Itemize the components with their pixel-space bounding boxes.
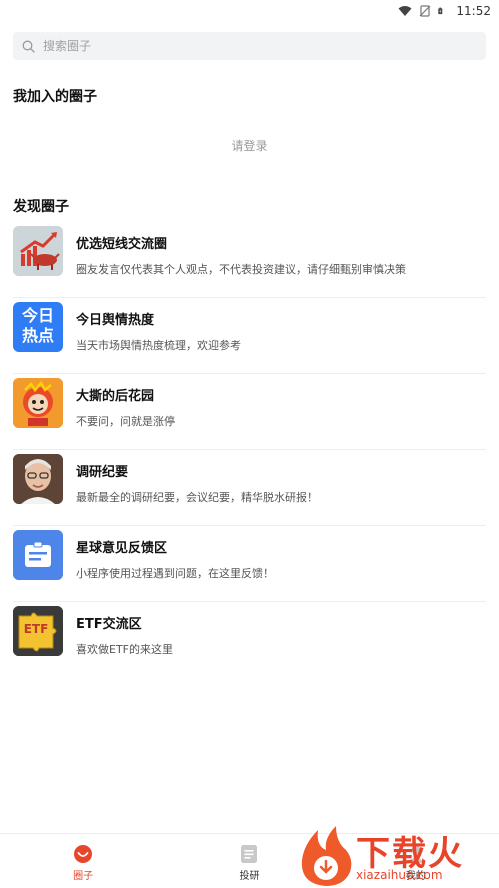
circle-desc: 最新最全的调研纪要，会议纪要，精华脱水研报！ <box>76 491 318 504</box>
circle-name: ETF交流区 <box>76 617 142 632</box>
status-bar: 11:52 <box>0 0 499 22</box>
circle-item-sentiment[interactable]: 今日 热点 今日舆情热度 当天市场舆情热度梳理，欢迎参考 <box>13 298 486 374</box>
circle-item-feedback[interactable]: 星球意见反馈区 小程序使用过程遇到问题，在这里反馈！ <box>13 526 486 602</box>
tab-circles[interactable]: 圈子 <box>0 834 166 888</box>
icon-text-line: 热点 <box>21 326 54 345</box>
search-input[interactable] <box>43 39 463 53</box>
status-time: 11:52 <box>456 4 491 18</box>
portrait-icon <box>13 454 63 504</box>
circle-item-short-term[interactable]: 优选短线交流圈 圈友发言仅代表其个人观点，不代表投资建议，请仔细甄别审慎决策 <box>13 222 486 298</box>
etf-icon-text: ETF <box>23 622 49 636</box>
flame-icon <box>301 826 352 886</box>
watermark-logo: 下载火 xiazaihuo.com <box>296 824 499 888</box>
search-bar[interactable] <box>13 32 486 60</box>
my-circles-title: 我加入的圈子 <box>13 89 97 105</box>
circle-name: 星球意见反馈区 <box>76 541 168 556</box>
circle-name: 今日舆情热度 <box>76 313 155 328</box>
bull-icon <box>13 226 63 276</box>
circle-desc: 圈友发言仅代表其个人观点，不代表投资建议，请仔细甄别审慎决策 <box>76 263 406 276</box>
document-icon <box>241 845 258 863</box>
tab-label: 投研 <box>239 871 260 882</box>
discover-title: 发现圈子 <box>13 199 69 215</box>
battery-icon <box>438 7 443 15</box>
circle-item-research[interactable]: 调研纪要 最新最全的调研纪要，会议纪要，精华脱水研报！ <box>13 450 486 526</box>
login-link[interactable]: 请登录 <box>0 137 499 154</box>
circle-item-etf[interactable]: ETF ETF交流区 喜欢做ETF的来这里 <box>13 602 486 678</box>
circle-name: 优选短线交流圈 <box>76 237 168 252</box>
feedback-icon <box>13 530 63 580</box>
tab-label: 圈子 <box>73 871 94 882</box>
circle-name: 调研纪要 <box>76 465 129 480</box>
circle-desc: 喜欢做ETF的来这里 <box>76 643 173 656</box>
circle-item-garden[interactable]: 大撕的后花园 不要问，问就是涨停 <box>13 374 486 450</box>
icon-text-line: 今日 <box>21 306 54 325</box>
circle-desc: 不要问，问就是涨停 <box>76 415 175 428</box>
etf-puzzle-icon: ETF <box>13 606 63 656</box>
circle-desc: 小程序使用过程遇到问题，在这里反馈！ <box>76 567 274 580</box>
watermark-url: xiazaihuo.com <box>356 868 443 882</box>
app-screen: 11:52 我加入的圈子 请登录 发现圈子 <box>0 0 499 888</box>
circle-list: 优选短线交流圈 圈友发言仅代表其个人观点，不代表投资建议，请仔细甄别审慎决策 今… <box>13 222 486 678</box>
today-hot-icon: 今日 热点 <box>13 302 63 352</box>
circle-name: 大撕的后花园 <box>76 389 155 404</box>
circles-tab-icon <box>74 845 93 863</box>
wifi-icon <box>398 6 412 16</box>
circle-desc: 当天市场舆情热度梳理，欢迎参考 <box>76 339 241 352</box>
search-icon <box>22 40 35 53</box>
no-sim-icon <box>419 5 431 17</box>
lion-dance-icon <box>13 378 63 428</box>
